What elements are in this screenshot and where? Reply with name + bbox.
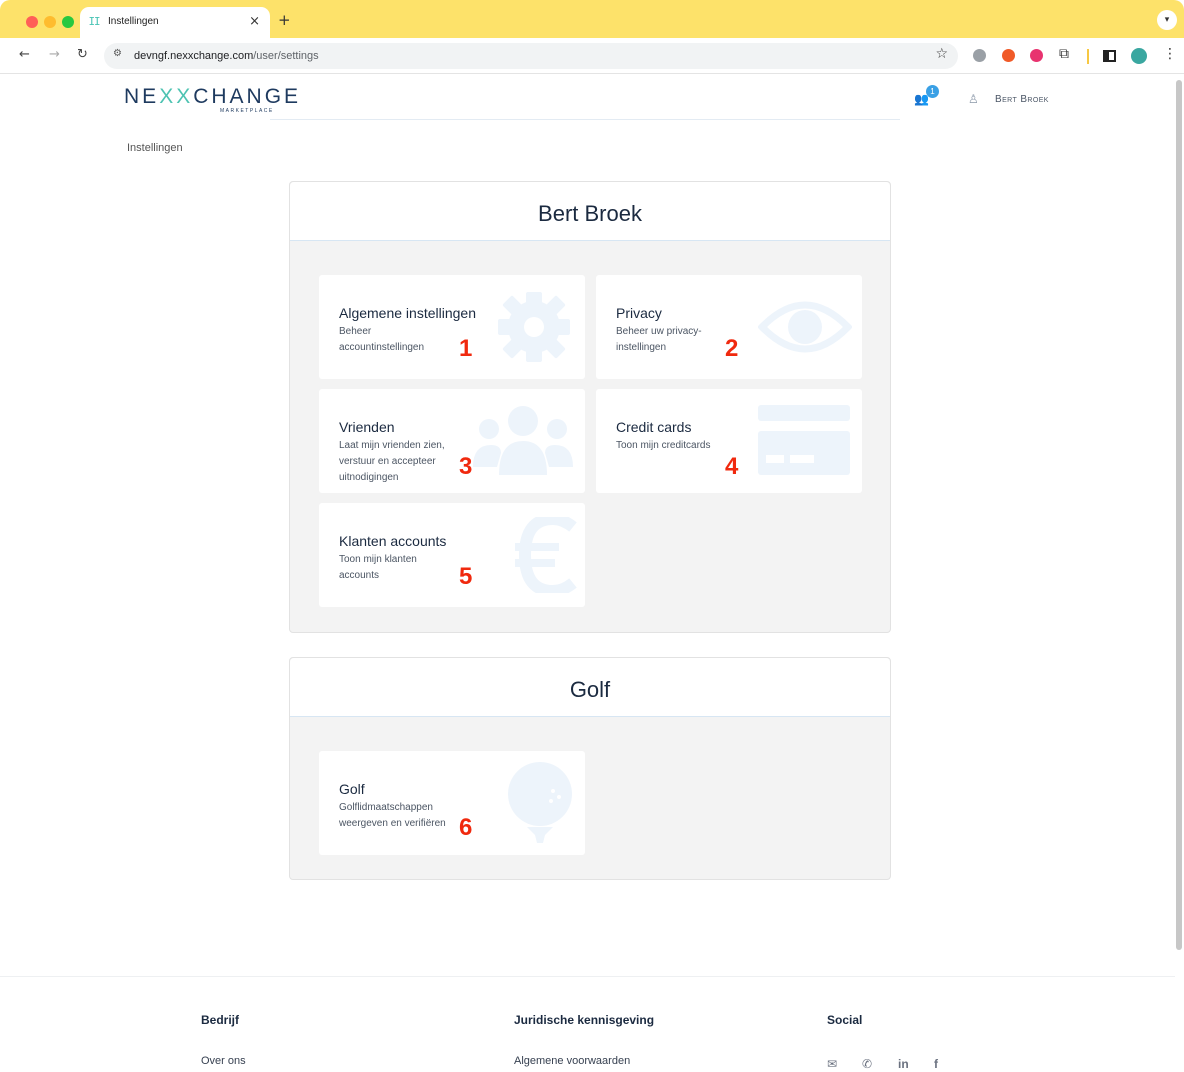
card-title: Klanten accounts	[339, 533, 447, 549]
users-icon	[473, 406, 573, 475]
page-scrollbar[interactable]	[1176, 80, 1182, 950]
site-header: NEXXCHANGE MARKETPLACE 👥 1 ♙ Bert Broek	[0, 75, 1175, 121]
maximize-window-button[interactable]	[62, 16, 74, 28]
card-friends[interactable]: Vrienden Laat mijn vrienden zien, verstu…	[319, 389, 585, 493]
toolbar-divider	[1087, 49, 1089, 64]
close-window-button[interactable]	[26, 16, 38, 28]
extension-icon[interactable]	[1002, 49, 1015, 62]
close-tab-icon[interactable]: ×	[249, 14, 260, 29]
footer-link-about[interactable]: Over ons	[201, 1055, 246, 1067]
card-title: Privacy	[616, 305, 662, 321]
bookmark-star-icon[interactable]: ☆	[935, 46, 948, 62]
card-privacy[interactable]: Privacy Beheer uw privacy-instellingen 2	[596, 275, 862, 379]
card-description: Toon mijn creditcards	[616, 440, 711, 451]
header-divider	[270, 119, 900, 120]
card-general-settings[interactable]: Algemene instellingen Beheer accountinst…	[319, 275, 585, 379]
nexxchange-favicon-icon: ⵊⵊ	[89, 15, 101, 28]
card-title: Credit cards	[616, 419, 692, 435]
tab-search-chevron-icon[interactable]: ▾	[1157, 10, 1177, 30]
reload-icon[interactable]: ↻	[77, 47, 88, 62]
footer-heading-social: Social	[827, 1013, 863, 1027]
card-description: Toon mijn klanten accounts	[339, 554, 417, 581]
envelope-icon[interactable]: ✉	[827, 1057, 837, 1071]
card-title: Vrienden	[339, 419, 395, 435]
footer-link-terms[interactable]: Algemene voorwaarden	[514, 1055, 630, 1067]
footer-heading-company: Bedrijf	[201, 1013, 240, 1027]
notification-badge[interactable]: 1	[926, 85, 939, 98]
side-panel-icon[interactable]	[1103, 50, 1116, 62]
more-menu-icon[interactable]: ⋮	[1163, 46, 1177, 62]
card-title: Golf	[339, 781, 365, 797]
gear-icon	[498, 292, 570, 362]
site-footer: Bedrijf Over ons Juridische kennisgeving…	[0, 976, 1175, 1072]
address-bar[interactable]: ⚙ devngf.nexxchange.com/user/settings ☆	[104, 43, 958, 69]
facebook-icon[interactable]: f	[934, 1057, 938, 1071]
credit-card-icon	[758, 405, 850, 475]
eye-icon	[758, 301, 852, 353]
card-client-accounts[interactable]: Klanten accounts Toon mijn klanten accou…	[319, 503, 585, 607]
annotation-number: 4	[725, 453, 739, 480]
card-title: Algemene instellingen	[339, 305, 476, 321]
golf-panel: Golf Golf Golflidmaatschappen weergeven …	[289, 657, 891, 880]
panel-title: Bert Broek	[538, 201, 642, 226]
extension-icon[interactable]	[1030, 49, 1043, 62]
golf-ball-icon	[508, 762, 572, 843]
user-icon[interactable]: ♙	[968, 92, 979, 106]
url-text[interactable]: devngf.nexxchange.com/user/settings	[134, 50, 319, 62]
browser-tab-strip: ⵊⵊ Instellingen × + ▾	[0, 0, 1184, 38]
nexxchange-logo[interactable]: NEXXCHANGE MARKETPLACE	[124, 85, 301, 114]
footer-heading-legal: Juridische kennisgeving	[514, 1013, 655, 1027]
card-description: Laat mijn vrienden zien, verstuur en acc…	[339, 440, 445, 483]
minimize-window-button[interactable]	[44, 16, 56, 28]
annotation-number: 2	[725, 335, 739, 362]
back-icon[interactable]: ←	[19, 47, 30, 62]
annotation-number: 3	[459, 453, 473, 480]
user-menu[interactable]: Bert Broek	[995, 94, 1049, 105]
card-description: Golflidmaatschappen weergeven en verifië…	[339, 802, 446, 829]
linkedin-icon[interactable]: in	[898, 1057, 909, 1071]
annotation-number: 5	[459, 563, 473, 590]
tab-title: Instellingen	[108, 16, 159, 27]
card-description: Beheer uw privacy-instellingen	[616, 326, 702, 353]
new-tab-icon[interactable]: +	[278, 11, 291, 29]
card-description: Beheer accountinstellingen	[339, 326, 425, 353]
annotation-number: 6	[459, 814, 473, 841]
phone-icon[interactable]: ✆	[862, 1057, 872, 1071]
browser-tab[interactable]: ⵊⵊ Instellingen ×	[80, 7, 270, 38]
card-credit-cards[interactable]: Credit cards Toon mijn creditcards 4	[596, 389, 862, 493]
panel-title: Golf	[569, 677, 611, 702]
extensions-puzzle-icon[interactable]: ⧉	[1059, 46, 1069, 62]
profile-avatar[interactable]	[1131, 48, 1147, 64]
browser-toolbar: ← → ↻ ⚙ devngf.nexxchange.com/user/setti…	[0, 38, 1184, 74]
breadcrumb: Instellingen	[127, 142, 183, 154]
account-settings-panel: Bert Broek Algemene instellingen Beheer …	[289, 181, 891, 633]
euro-icon	[515, 517, 577, 593]
site-settings-icon[interactable]: ⚙	[113, 48, 122, 59]
annotation-number: 1	[459, 335, 473, 362]
card-golf[interactable]: Golf Golflidmaatschappen weergeven en ve…	[319, 751, 585, 855]
forward-icon[interactable]: →	[49, 47, 60, 62]
extension-icon[interactable]	[973, 49, 986, 62]
